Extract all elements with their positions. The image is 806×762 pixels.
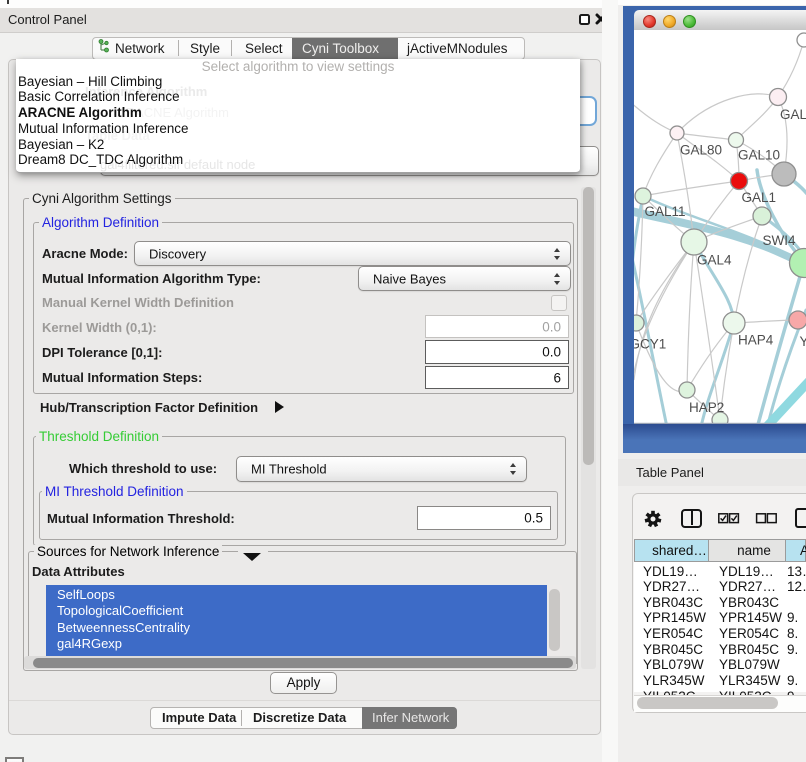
svg-text:GCY1: GCY1 xyxy=(634,337,666,352)
svg-text:GAL80: GAL80 xyxy=(680,143,722,158)
svg-text:GAL11: GAL11 xyxy=(645,204,686,219)
svg-text:GAL10: GAL10 xyxy=(738,148,780,163)
svg-text:HAP2: HAP2 xyxy=(689,400,724,415)
svg-text:GAL1: GAL1 xyxy=(742,190,777,205)
svg-text:Y: Y xyxy=(800,334,806,349)
svg-text:GAL4: GAL4 xyxy=(697,253,732,268)
svg-text:HAP4: HAP4 xyxy=(738,333,774,348)
svg-text:GAL…: GAL… xyxy=(780,107,806,122)
svg-text:SWI4: SWI4 xyxy=(763,233,796,248)
